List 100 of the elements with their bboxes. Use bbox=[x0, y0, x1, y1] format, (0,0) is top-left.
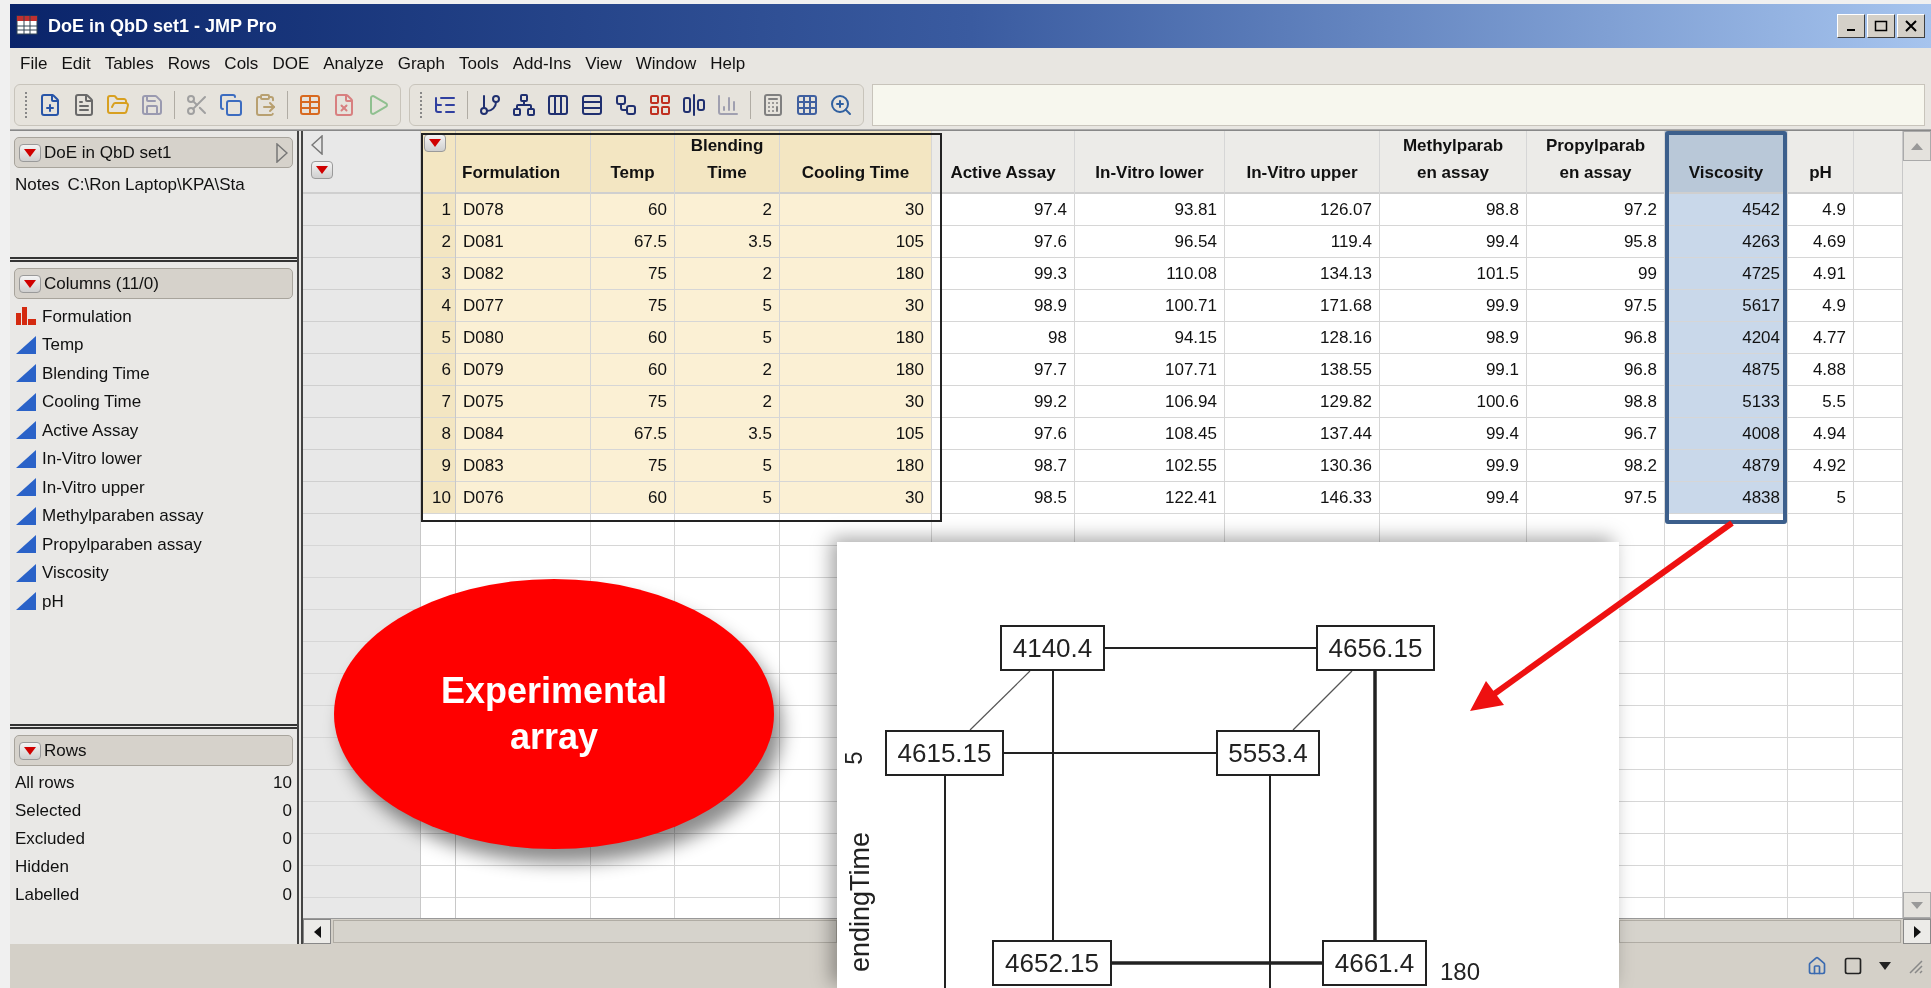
cube-corner-value: 4615.15 bbox=[885, 730, 1004, 776]
horizontal-scrollbar[interactable] bbox=[1619, 919, 1931, 944]
connector-line bbox=[1292, 670, 1353, 731]
join-icon[interactable] bbox=[682, 92, 706, 117]
data-table-icon[interactable] bbox=[298, 92, 322, 117]
new-table-icon[interactable] bbox=[38, 92, 62, 117]
menu-item[interactable]: Tables bbox=[98, 51, 160, 77]
table-cell: 5 bbox=[675, 450, 779, 482]
column-header[interactable]: Formulation bbox=[456, 131, 590, 194]
dropdown-icon[interactable] bbox=[311, 161, 333, 179]
menu-item[interactable]: Help bbox=[704, 51, 752, 77]
column-list-item[interactable]: pH bbox=[10, 587, 297, 616]
menu-item[interactable]: Add-Ins bbox=[506, 51, 578, 77]
column-list-item[interactable]: In-Vitro lower bbox=[10, 444, 297, 473]
menu-item[interactable]: Cols bbox=[218, 51, 265, 77]
row-number[interactable]: 5 bbox=[421, 322, 455, 354]
column-list-item[interactable]: Active Assay bbox=[10, 416, 297, 445]
notes-path: C:\Ron Laptop\KPA\Sta bbox=[67, 174, 245, 196]
table-cell: 180 bbox=[780, 322, 931, 354]
column-list-item[interactable]: Blending Time bbox=[10, 359, 297, 388]
column-list-item[interactable]: Methylparaben assay bbox=[10, 501, 297, 530]
menu-item[interactable]: Analyze bbox=[317, 51, 390, 77]
ramp-icon bbox=[16, 535, 36, 554]
dropdown-icon[interactable] bbox=[19, 741, 41, 760]
row-number[interactable]: 7 bbox=[421, 386, 455, 418]
column-list-item[interactable]: Cooling Time bbox=[10, 387, 297, 416]
column-list-item[interactable]: In-Vitro upper bbox=[10, 473, 297, 502]
data-table-icon bbox=[16, 15, 40, 37]
home-icon[interactable] bbox=[1807, 956, 1827, 976]
row-number[interactable]: 10 bbox=[421, 482, 455, 514]
collapse-icon[interactable] bbox=[311, 135, 323, 155]
menu-item[interactable]: DOE bbox=[266, 51, 316, 77]
column-header[interactable]: Methylparab en assay bbox=[1380, 131, 1526, 194]
column-list-item[interactable]: Temp bbox=[10, 330, 297, 359]
up-arrow-icon bbox=[1911, 142, 1923, 150]
panel-header[interactable]: Columns (11/0) bbox=[14, 268, 293, 299]
menu-item[interactable]: Tools bbox=[452, 51, 505, 77]
row-number[interactable]: 3 bbox=[421, 258, 455, 290]
network-icon[interactable] bbox=[512, 92, 536, 117]
menu-item[interactable]: View bbox=[579, 51, 628, 77]
minimize-icon bbox=[1847, 29, 1855, 31]
panel-header[interactable]: Rows bbox=[14, 735, 293, 766]
dropdown-icon[interactable] bbox=[19, 143, 41, 162]
menu-item[interactable]: Window bbox=[629, 51, 703, 77]
zoom-icon[interactable] bbox=[829, 92, 853, 117]
row-number[interactable]: 8 bbox=[421, 418, 455, 450]
copy-icon[interactable] bbox=[219, 92, 243, 117]
column-header[interactable]: Propylparab en assay bbox=[1527, 131, 1664, 194]
row-number[interactable]: 9 bbox=[421, 450, 455, 482]
panel-header[interactable]: DoE in QbD set1 bbox=[14, 137, 293, 168]
connector-line bbox=[969, 670, 1031, 731]
row-state-label: Hidden bbox=[15, 856, 69, 879]
minimize-button[interactable] bbox=[1837, 14, 1865, 38]
close-button[interactable] bbox=[1897, 14, 1925, 38]
row-number[interactable]: 6 bbox=[421, 354, 455, 386]
ramp-icon bbox=[16, 592, 36, 611]
new-script-icon[interactable] bbox=[72, 92, 96, 117]
menu-item[interactable]: Edit bbox=[55, 51, 97, 77]
column-header[interactable]: Blending Time bbox=[675, 131, 779, 194]
menu-item[interactable]: File bbox=[14, 51, 54, 77]
row-number[interactable]: 4 bbox=[421, 290, 455, 322]
grid-icon[interactable] bbox=[795, 92, 819, 117]
row-number[interactable]: 1 bbox=[421, 194, 455, 226]
table-cell: D079 bbox=[456, 354, 590, 386]
column-header[interactable]: pH bbox=[1788, 131, 1853, 194]
flow-icon[interactable] bbox=[614, 92, 638, 117]
table-cell: D082 bbox=[456, 258, 590, 290]
dropdown-arrow-icon[interactable] bbox=[1879, 962, 1891, 970]
cube-corner-value: 4140.4 bbox=[1000, 625, 1105, 671]
menu-item[interactable]: Graph bbox=[391, 51, 451, 77]
column-header[interactable]: Active Assay bbox=[932, 131, 1074, 194]
table-cell: 30 bbox=[780, 386, 931, 418]
scroll-left-button[interactable] bbox=[303, 919, 331, 944]
row-number[interactable]: 2 bbox=[421, 226, 455, 258]
column-header[interactable]: Cooling Time bbox=[780, 131, 931, 194]
cube-corner-value: 4661.4 bbox=[1322, 940, 1427, 986]
column-list-item[interactable]: Viscosity bbox=[10, 558, 297, 587]
expand-icon[interactable] bbox=[276, 142, 288, 163]
stacked-grid-icon[interactable] bbox=[648, 92, 672, 117]
column-list-item[interactable]: Propylparaben assay bbox=[10, 530, 297, 559]
branch-icon[interactable] bbox=[478, 92, 502, 117]
scroll-right-button[interactable] bbox=[1903, 919, 1931, 944]
panel-title: Columns (11/0) bbox=[44, 272, 159, 295]
column-header[interactable]: Temp bbox=[591, 131, 674, 194]
square-icon[interactable] bbox=[1843, 956, 1863, 976]
calculator-icon[interactable] bbox=[761, 92, 785, 117]
columns-icon[interactable] bbox=[546, 92, 570, 117]
column-list-item[interactable]: Formulation bbox=[10, 302, 297, 331]
scrollbar-thumb[interactable] bbox=[1619, 920, 1901, 943]
menu-item[interactable]: Rows bbox=[161, 51, 217, 77]
rows-icon[interactable] bbox=[580, 92, 604, 117]
dropdown-icon[interactable] bbox=[19, 274, 41, 293]
table-cell: 60 bbox=[591, 322, 674, 354]
resize-grip-icon[interactable] bbox=[1907, 958, 1923, 974]
maximize-button[interactable] bbox=[1867, 14, 1895, 38]
table-cell: D083 bbox=[456, 450, 590, 482]
down-arrow-icon bbox=[1911, 901, 1923, 909]
column-header[interactable]: In-Vitro upper bbox=[1225, 131, 1379, 194]
maximize-icon bbox=[1874, 20, 1888, 32]
column-header[interactable]: In-Vitro lower bbox=[1075, 131, 1224, 194]
